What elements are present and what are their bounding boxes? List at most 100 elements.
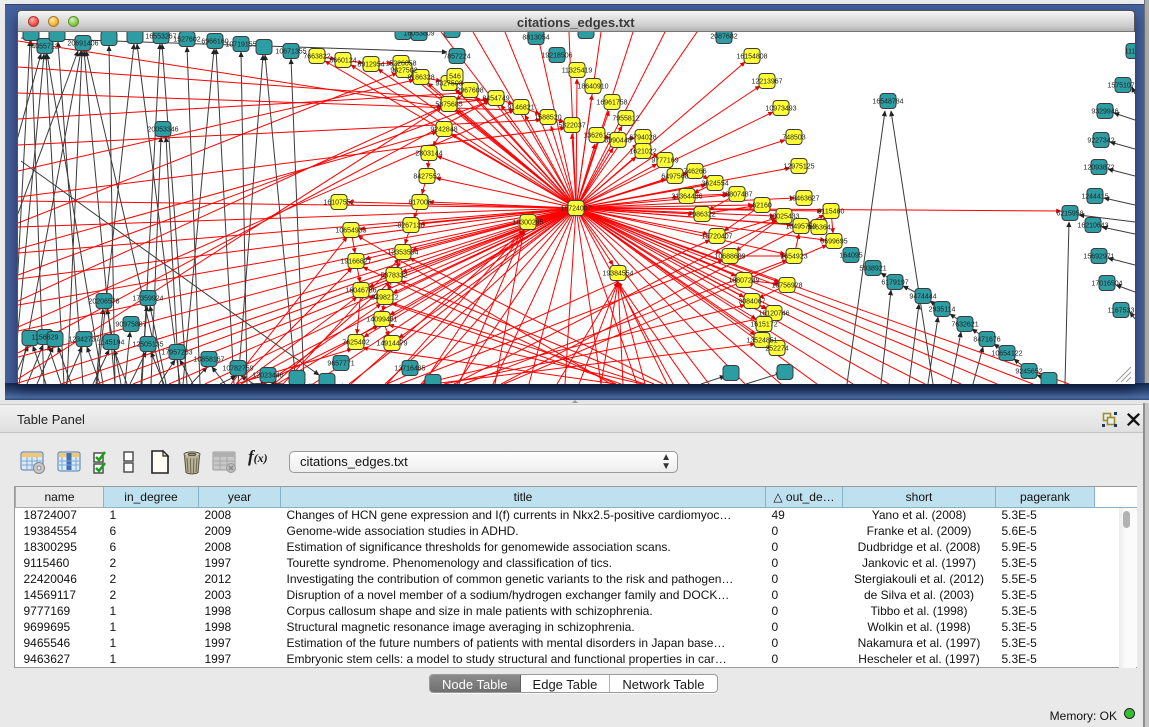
svg-text:7625402: 7625402 (342, 340, 369, 347)
svg-text:17359924: 17359924 (132, 296, 163, 303)
svg-text:1244415: 1244415 (1081, 194, 1108, 201)
svg-text:12975125: 12975125 (783, 164, 814, 171)
svg-text:8813054: 8813054 (522, 35, 549, 42)
svg-text:1167533: 1167533 (1108, 308, 1135, 315)
svg-text:19463627: 19463627 (788, 196, 819, 203)
svg-text:20053346: 20053346 (147, 127, 178, 134)
svg-text:9777169: 9777169 (651, 158, 678, 165)
svg-text:9327502: 9327502 (390, 68, 417, 75)
svg-text:3624554: 3624554 (701, 181, 728, 188)
svg-text:817006: 817006 (408, 200, 431, 207)
svg-text:9327508: 9327508 (435, 81, 462, 88)
svg-text:10807487: 10807487 (721, 192, 752, 199)
svg-text:20691406: 20691406 (67, 41, 98, 48)
svg-text:10719155: 10719155 (225, 42, 256, 49)
svg-text:14914479: 14914479 (376, 341, 407, 348)
svg-text:8471676: 8471676 (973, 337, 1000, 344)
svg-text:18724007: 18724007 (560, 206, 591, 213)
svg-text:16053809: 16053809 (403, 32, 434, 38)
svg-text:12342737: 12342737 (68, 337, 99, 344)
svg-text:12093872: 12093872 (1083, 165, 1114, 172)
svg-text:8990448: 8990448 (604, 138, 631, 145)
svg-text:2935114: 2935114 (929, 307, 956, 314)
svg-text:16548784: 16548784 (872, 99, 903, 106)
svg-text:15692971: 15692971 (1083, 254, 1114, 261)
svg-text:6179197: 6179197 (881, 280, 908, 287)
svg-text:9242848: 9242848 (430, 127, 457, 134)
svg-text:62160: 62160 (752, 203, 772, 210)
svg-text:14099481: 14099481 (366, 317, 397, 324)
svg-text:16107552: 16107552 (323, 200, 354, 207)
svg-text:748503: 748503 (782, 135, 805, 142)
svg-text:1588520: 1588520 (534, 115, 561, 122)
svg-text:9084067: 9084067 (738, 299, 765, 306)
svg-text:9245652: 9245652 (1015, 369, 1042, 376)
svg-text:2087682: 2087682 (710, 34, 737, 41)
svg-text:10654122: 10654122 (991, 351, 1022, 358)
svg-text:19218506: 19218506 (541, 53, 572, 60)
svg-text:9146821: 9146821 (507, 105, 534, 112)
svg-text:15720407: 15720407 (701, 234, 732, 241)
svg-text:8912954: 8912954 (357, 62, 384, 69)
svg-text:12023446: 12023446 (252, 373, 283, 380)
svg-text:16961758: 16961758 (596, 100, 627, 107)
svg-text:1621022: 1621022 (629, 149, 656, 156)
svg-text:5822037: 5822037 (558, 123, 585, 130)
svg-text:1654923: 1654923 (780, 254, 807, 261)
svg-text:10782759: 10782759 (222, 366, 253, 373)
svg-text:1145194: 1145194 (98, 340, 125, 347)
svg-text:5875685: 5875685 (435, 102, 462, 109)
svg-text:4055712: 4055712 (31, 44, 58, 51)
svg-text:8186328: 8186328 (407, 75, 434, 82)
svg-text:12505135: 12505135 (132, 342, 163, 349)
svg-text:11325419: 11325419 (562, 68, 593, 75)
svg-text:10858167: 10858167 (193, 357, 224, 364)
svg-text:18640910: 18640910 (577, 84, 608, 91)
svg-text:9329946: 9329946 (1091, 109, 1118, 116)
svg-text:8427552: 8427552 (413, 174, 440, 181)
svg-text:19384554: 19384554 (602, 271, 633, 278)
svg-text:946364: 946364 (807, 225, 830, 232)
svg-text:10671355: 10671355 (275, 49, 306, 56)
svg-text:252274: 252274 (765, 346, 788, 353)
svg-text:164095: 164095 (839, 253, 862, 260)
svg-text:7986322: 7986322 (688, 212, 715, 219)
svg-text:7663822: 7663822 (303, 54, 330, 61)
svg-text:1615172: 1615172 (750, 322, 777, 329)
svg-text:8267130: 8267130 (397, 223, 424, 230)
svg-text:746266: 746266 (683, 169, 706, 176)
svg-text:16210643: 16210643 (1077, 223, 1108, 230)
svg-text:10688609: 10688609 (714, 254, 745, 261)
svg-text:12353594: 12353594 (387, 250, 418, 257)
svg-text:15226058: 15226058 (385, 61, 416, 68)
svg-text:16154808: 16154808 (736, 54, 767, 61)
svg-text:16120746: 16120746 (758, 311, 789, 318)
svg-text:9498212: 9498212 (371, 295, 398, 302)
svg-text:13524851: 13524851 (746, 338, 777, 345)
svg-text:21364436: 21364436 (671, 194, 702, 201)
svg-text:10756928: 10756928 (771, 283, 802, 290)
svg-text:7632621: 7632621 (951, 322, 978, 329)
svg-text:11121: 11121 (1125, 49, 1135, 56)
svg-text:16553267: 16553267 (145, 34, 176, 41)
svg-text:7955812: 7955812 (612, 116, 639, 123)
svg-text:5878332: 5878332 (380, 273, 407, 280)
svg-text:9699695: 9699695 (820, 239, 847, 246)
svg-text:18807249: 18807249 (728, 278, 759, 285)
svg-text:9657771: 9657771 (327, 361, 354, 368)
svg-text:18300295: 18300295 (512, 220, 543, 227)
svg-text:1527602: 1527602 (173, 37, 200, 44)
svg-text:7857224: 7857224 (443, 54, 470, 61)
svg-text:2803144: 2803144 (415, 151, 442, 158)
svg-text:1156829: 1156829 (32, 335, 59, 342)
svg-text:6794028: 6794028 (629, 135, 656, 142)
svg-text:16046786: 16046786 (345, 288, 376, 295)
svg-text:5938921: 5938921 (859, 266, 886, 273)
svg-text:10654933: 10654933 (335, 228, 366, 235)
svg-text:90975887: 90975887 (115, 322, 146, 329)
svg-text:9474444: 9474444 (909, 294, 936, 301)
svg-text:17957253: 17957253 (161, 350, 192, 357)
svg-text:8454749: 8454749 (482, 96, 509, 103)
svg-text:9115460: 9115460 (818, 209, 845, 216)
svg-text:13716485: 13716485 (394, 366, 425, 373)
